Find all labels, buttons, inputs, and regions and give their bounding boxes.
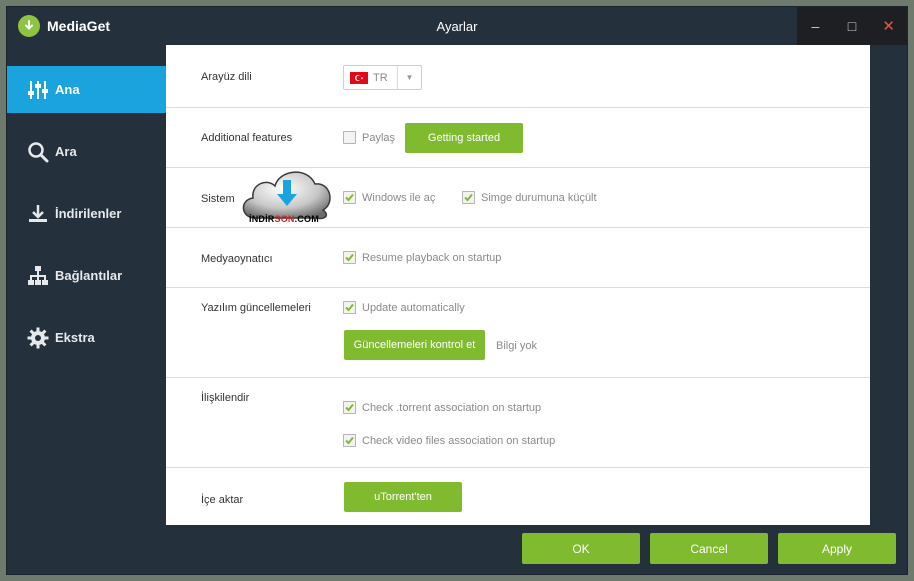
maximize-button[interactable]: □ xyxy=(834,7,871,45)
check-updates-button[interactable]: Güncellemeleri kontrol et xyxy=(344,330,485,360)
title-bar[interactable]: MediaGet Ayarlar – □ ✕ xyxy=(7,7,907,45)
torrent-association-checkbox[interactable]: Check .torrent association on startup xyxy=(343,401,541,414)
video-association-checkbox[interactable]: Check video files association on startup xyxy=(343,434,555,447)
cancel-button[interactable]: Cancel xyxy=(650,533,768,564)
video-association-label: Check video files association on startup xyxy=(362,434,556,447)
setting-row-additional: Additional features Paylaş Getting start… xyxy=(166,108,870,168)
download-icon xyxy=(27,203,49,225)
additional-label: Additional features xyxy=(201,132,293,144)
associate-label: İlişkilendir xyxy=(201,392,250,404)
network-icon xyxy=(27,265,49,287)
minimize-tray-label: Simge durumuna küçült xyxy=(481,191,597,204)
check-icon[interactable] xyxy=(343,434,356,447)
updates-label: Yazılım güncellemeleri xyxy=(201,302,311,314)
checkbox-box[interactable] xyxy=(343,131,356,144)
sidebar-item-label: Bağlantılar xyxy=(55,268,123,283)
torrent-association-label: Check .torrent association on startup xyxy=(362,401,542,414)
sidebar-item-label: Ara xyxy=(55,144,77,159)
apply-button[interactable]: Apply xyxy=(778,533,896,564)
gear-icon xyxy=(27,327,49,349)
window-title: Ayarlar xyxy=(436,19,478,34)
sidebar-item-label: Ekstra xyxy=(55,330,95,345)
watermark-text: İNDİRSON.COM xyxy=(249,214,319,224)
share-label: Paylaş xyxy=(362,131,396,144)
indirson-watermark-logo: İNDİRSON.COM xyxy=(235,160,339,234)
sidebar-item-ana[interactable]: Ana xyxy=(7,66,166,113)
import-label: İçe aktar xyxy=(201,494,244,506)
player-label: Medyaoynatıcı xyxy=(201,253,273,265)
update-status: Bilgi yok xyxy=(496,340,537,352)
check-icon[interactable] xyxy=(343,251,356,264)
sidebar-item-indirilenler[interactable]: İndirilenler xyxy=(7,190,166,237)
language-select[interactable]: TR ▼ xyxy=(343,65,422,90)
utorrent-import-button[interactable]: uTorrent'ten xyxy=(344,482,462,512)
turkey-flag-icon xyxy=(350,71,368,84)
sidebar: Ana Ara İndirilenler Bağlantılar Ekstra xyxy=(7,45,166,525)
ok-button[interactable]: OK xyxy=(522,533,640,564)
share-checkbox[interactable]: Paylaş xyxy=(343,131,395,144)
sidebar-item-label: İndirilenler xyxy=(55,206,122,221)
sidebar-item-ekstra[interactable]: Ekstra xyxy=(7,314,166,361)
chevron-down-icon[interactable]: ▼ xyxy=(397,66,421,89)
setting-row-player: Medyaoynatıcı Resume playback on startup xyxy=(166,228,870,288)
sidebar-item-baglantilar[interactable]: Bağlantılar xyxy=(7,252,166,299)
check-icon[interactable] xyxy=(462,191,475,204)
system-label: Sistem xyxy=(201,193,235,205)
minimize-tray-checkbox[interactable]: Simge durumuna küçült xyxy=(462,191,597,204)
check-icon[interactable] xyxy=(343,301,356,314)
getting-started-button[interactable]: Getting started xyxy=(405,123,523,153)
search-icon xyxy=(27,141,49,163)
setting-row-import: İçe aktar uTorrent'ten xyxy=(166,468,870,525)
auto-update-label: Update automatically xyxy=(362,301,465,314)
check-icon[interactable] xyxy=(343,401,356,414)
language-value: TR xyxy=(373,71,388,84)
minimize-button[interactable]: – xyxy=(797,7,834,45)
sliders-icon xyxy=(27,79,49,101)
sidebar-item-ara[interactable]: Ara xyxy=(7,128,166,175)
settings-panel: Arayüz dili TR ▼ Additional features Pay… xyxy=(166,45,870,525)
start-windows-checkbox[interactable]: Windows ile aç xyxy=(343,191,435,204)
setting-row-updates: Yazılım güncellemeleri Update automatica… xyxy=(166,288,870,378)
setting-row-associate: İlişkilendir Check .torrent association … xyxy=(166,378,870,468)
check-icon[interactable] xyxy=(343,191,356,204)
language-label: Arayüz dili xyxy=(201,71,252,83)
setting-row-language: Arayüz dili TR ▼ xyxy=(166,45,870,108)
window-controls: – □ ✕ xyxy=(797,7,907,45)
settings-window: MediaGet Ayarlar – □ ✕ Ana Ara İndirilen… xyxy=(6,6,908,575)
start-windows-label: Windows ile aç xyxy=(362,191,436,204)
resume-playback-checkbox[interactable]: Resume playback on startup xyxy=(343,251,501,264)
setting-row-system: Sistem Windows ile aç Simge durumuna küç… xyxy=(166,168,870,228)
sidebar-item-label: Ana xyxy=(55,82,80,97)
auto-update-checkbox[interactable]: Update automatically xyxy=(343,301,465,314)
close-button[interactable]: ✕ xyxy=(870,7,907,45)
resume-playback-label: Resume playback on startup xyxy=(362,251,502,264)
